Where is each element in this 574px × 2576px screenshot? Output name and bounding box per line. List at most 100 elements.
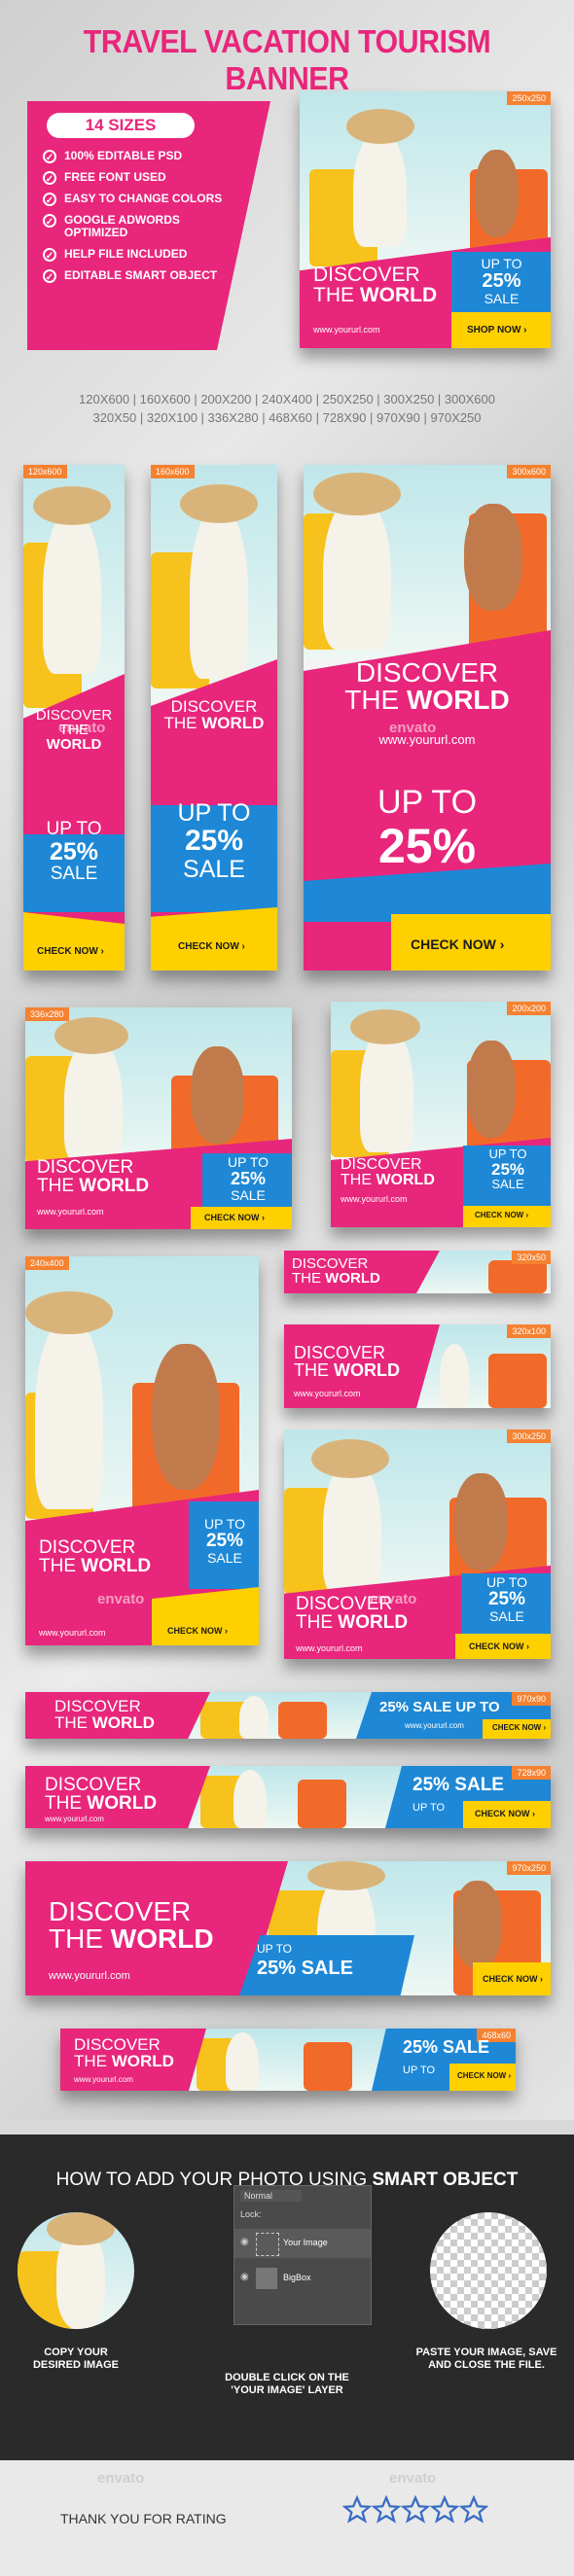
- banner-240x400: 240x400 DISCOVER THE WORLD www.yoururl.co…: [25, 1256, 259, 1645]
- banner-250x250: 250x250 DISCOVER THE WORLD www.yoururl.co…: [300, 91, 551, 348]
- sale-text: UP TO 25% SALE: [203, 1516, 246, 1566]
- headline: DISCOVER THE WORLD: [74, 2035, 174, 2070]
- check-now-button[interactable]: CHECK NOW ›: [469, 1641, 529, 1651]
- size-label: 320x50: [512, 1251, 551, 1264]
- lock-label: Lock:: [240, 2209, 262, 2219]
- feature-item: ✓ 100% EDITABLE PSD: [43, 150, 223, 163]
- headline: DISCOVER THE WORLD: [313, 264, 438, 306]
- check-now-button[interactable]: CHECK NOW ›: [37, 946, 104, 957]
- check-now-button[interactable]: CHECK NOW ›: [457, 2071, 511, 2080]
- blend-mode[interactable]: Normal: [240, 2190, 303, 2202]
- star-icon[interactable]: [401, 2495, 430, 2524]
- url-text: www.yoururl.com: [74, 2075, 133, 2084]
- url-text: www.yoururl.com: [313, 325, 380, 335]
- layer-row[interactable]: ◉ Your Image: [234, 2229, 371, 2258]
- headline: DISCOVER THE WORLD: [341, 1156, 435, 1188]
- banner-970x250: 970x250 DISCOVER THE WORLD www.yoururl.co…: [25, 1861, 551, 1995]
- up-to-text: UP TO: [403, 2064, 436, 2076]
- eye-icon[interactable]: ◉: [240, 2237, 249, 2247]
- star-icon[interactable]: [430, 2495, 459, 2524]
- check-now-button[interactable]: CHECK NOW ›: [475, 1211, 528, 1219]
- sale-text: 25% SALE UP TO: [379, 1699, 500, 1715]
- beach-photo: [23, 465, 125, 718]
- features-list: ✓ 100% EDITABLE PSD ✓ FREE FONT USED ✓ EASY…: [43, 150, 223, 291]
- size-label: 160x600: [151, 465, 195, 478]
- sale-text: UP TO 25% SALE: [227, 1154, 269, 1203]
- rating-stars[interactable]: [342, 2495, 498, 2534]
- check-now-button[interactable]: CHECK NOW ›: [411, 936, 504, 952]
- feature-item: ✓ GOOGLE ADWORDS OPTIMIZED: [43, 214, 223, 239]
- check-now-button[interactable]: CHECK NOW ›: [204, 1213, 265, 1222]
- sale-text: UP TO 25%: [377, 784, 478, 873]
- check-icon: ✓: [43, 269, 56, 283]
- sale-text: UP TO 25% SALE: [488, 1147, 527, 1192]
- size-label: 250x250: [507, 91, 551, 105]
- banner-300x250: 300x250 DISCOVER THE WORLD www.yoururl.co…: [284, 1429, 551, 1659]
- layer-name: BigBox: [283, 2273, 311, 2282]
- headline: DISCOVER THE WORLD: [163, 697, 265, 732]
- check-now-button[interactable]: CHECK NOW ›: [178, 941, 245, 952]
- thank-you-text: THANK YOU FOR RATING: [60, 2511, 227, 2526]
- url-text: www.yoururl.com: [341, 1194, 408, 1204]
- beach-photo: [151, 465, 277, 698]
- headline: DISCOVER THE WORLD: [45, 1775, 158, 1814]
- sale-text: UP TO 25% SALE: [177, 799, 251, 883]
- sizes-badge: 14 SIZES: [47, 113, 195, 138]
- check-icon: ✓: [43, 171, 56, 185]
- banner-160x600: 160x600 DISCOVER THE WORLD UP TO 25% SALE C…: [151, 465, 277, 970]
- url-text: www.yoururl.com: [49, 1970, 130, 1982]
- star-icon[interactable]: [459, 2495, 488, 2524]
- size-row: 320X50 | 320X100 | 336X280 | 468X60 | 72…: [92, 410, 482, 425]
- page-title: TRAVEL VACATION TOURISM BANNER: [83, 23, 491, 96]
- url-text: www.yoururl.com: [45, 1815, 104, 1823]
- check-icon: ✓: [43, 248, 56, 262]
- size-label: 240x400: [25, 1256, 69, 1270]
- size-list: 120X600 | 160X600 | 200X200 | 240X400 | …: [39, 390, 535, 427]
- check-icon: ✓: [43, 214, 56, 228]
- headline: DISCOVER THE WORLD: [292, 1255, 380, 1287]
- headline: DISCOVER THE WORLD: [39, 1537, 152, 1576]
- url-text: www.yoururl.com: [294, 1389, 361, 1398]
- beach-photo: [25, 1256, 259, 1529]
- banner-200x200: 200x200 DISCOVER THE WORLD www.yoururl.co…: [331, 1002, 551, 1227]
- howto-section: HOW TO ADD YOUR PHOTO USING SMART OBJECT…: [0, 2135, 574, 2460]
- layer-thumbnail: [256, 2268, 277, 2289]
- size-label: 320x100: [507, 1324, 551, 1338]
- headline: DISCOVER THE WORLD: [294, 1343, 400, 1380]
- shop-now-button[interactable]: SHOP NOW ›: [467, 325, 526, 335]
- size-label: 120x600: [23, 465, 67, 478]
- size-label: 300x250: [507, 1429, 551, 1443]
- envato-watermark: envato: [389, 2470, 437, 2487]
- eye-icon[interactable]: ◉: [240, 2272, 249, 2282]
- star-icon[interactable]: [342, 2495, 372, 2524]
- url-text: www.yoururl.com: [37, 1207, 104, 1217]
- envato-watermark: envato: [389, 720, 437, 736]
- url-text: www.yoururl.com: [405, 1721, 464, 1730]
- envato-watermark: envato: [58, 720, 106, 736]
- check-now-button[interactable]: CHECK NOW ›: [167, 1626, 228, 1636]
- check-icon: ✓: [43, 193, 56, 206]
- size-label: 336x280: [25, 1007, 69, 1021]
- size-row: 120X600 | 160X600 | 200X200 | 240X400 | …: [79, 392, 495, 406]
- feature-item: ✓ HELP FILE INCLUDED: [43, 248, 223, 262]
- up-to-text: UP TO: [257, 1942, 293, 1956]
- sale-text: 25% SALE: [257, 1958, 353, 1979]
- headline: DISCOVER THE WORLD: [344, 657, 510, 715]
- check-now-button[interactable]: CHECK NOW ›: [475, 1809, 535, 1818]
- step3-text: PASTE YOUR IMAGE, SAVE AND CLOSE THE FIL…: [415, 2347, 557, 2371]
- check-now-button[interactable]: CHECK NOW ›: [492, 1723, 546, 1732]
- layer-row[interactable]: ◉ BigBox: [234, 2264, 371, 2293]
- size-label: 300x600: [507, 465, 551, 478]
- step3-empty-circle: [430, 2212, 547, 2329]
- up-to-text: UP TO: [413, 1802, 446, 1814]
- step1-text: COPY YOUR DESIRED IMAGE: [32, 2347, 119, 2371]
- beach-photo: [304, 465, 551, 659]
- size-label: 728x90: [512, 1766, 551, 1780]
- size-label: 970x250: [507, 1861, 551, 1875]
- url-text: www.yoururl.com: [296, 1643, 363, 1653]
- url-text: www.yoururl.com: [39, 1628, 106, 1638]
- star-icon[interactable]: [372, 2495, 401, 2524]
- check-now-button[interactable]: CHECK NOW ›: [483, 1974, 543, 1984]
- layer-name: Your Image: [283, 2238, 328, 2247]
- banner-300x600: 300x600 DISCOVER THE WORLD www.yoururl.co…: [304, 465, 551, 970]
